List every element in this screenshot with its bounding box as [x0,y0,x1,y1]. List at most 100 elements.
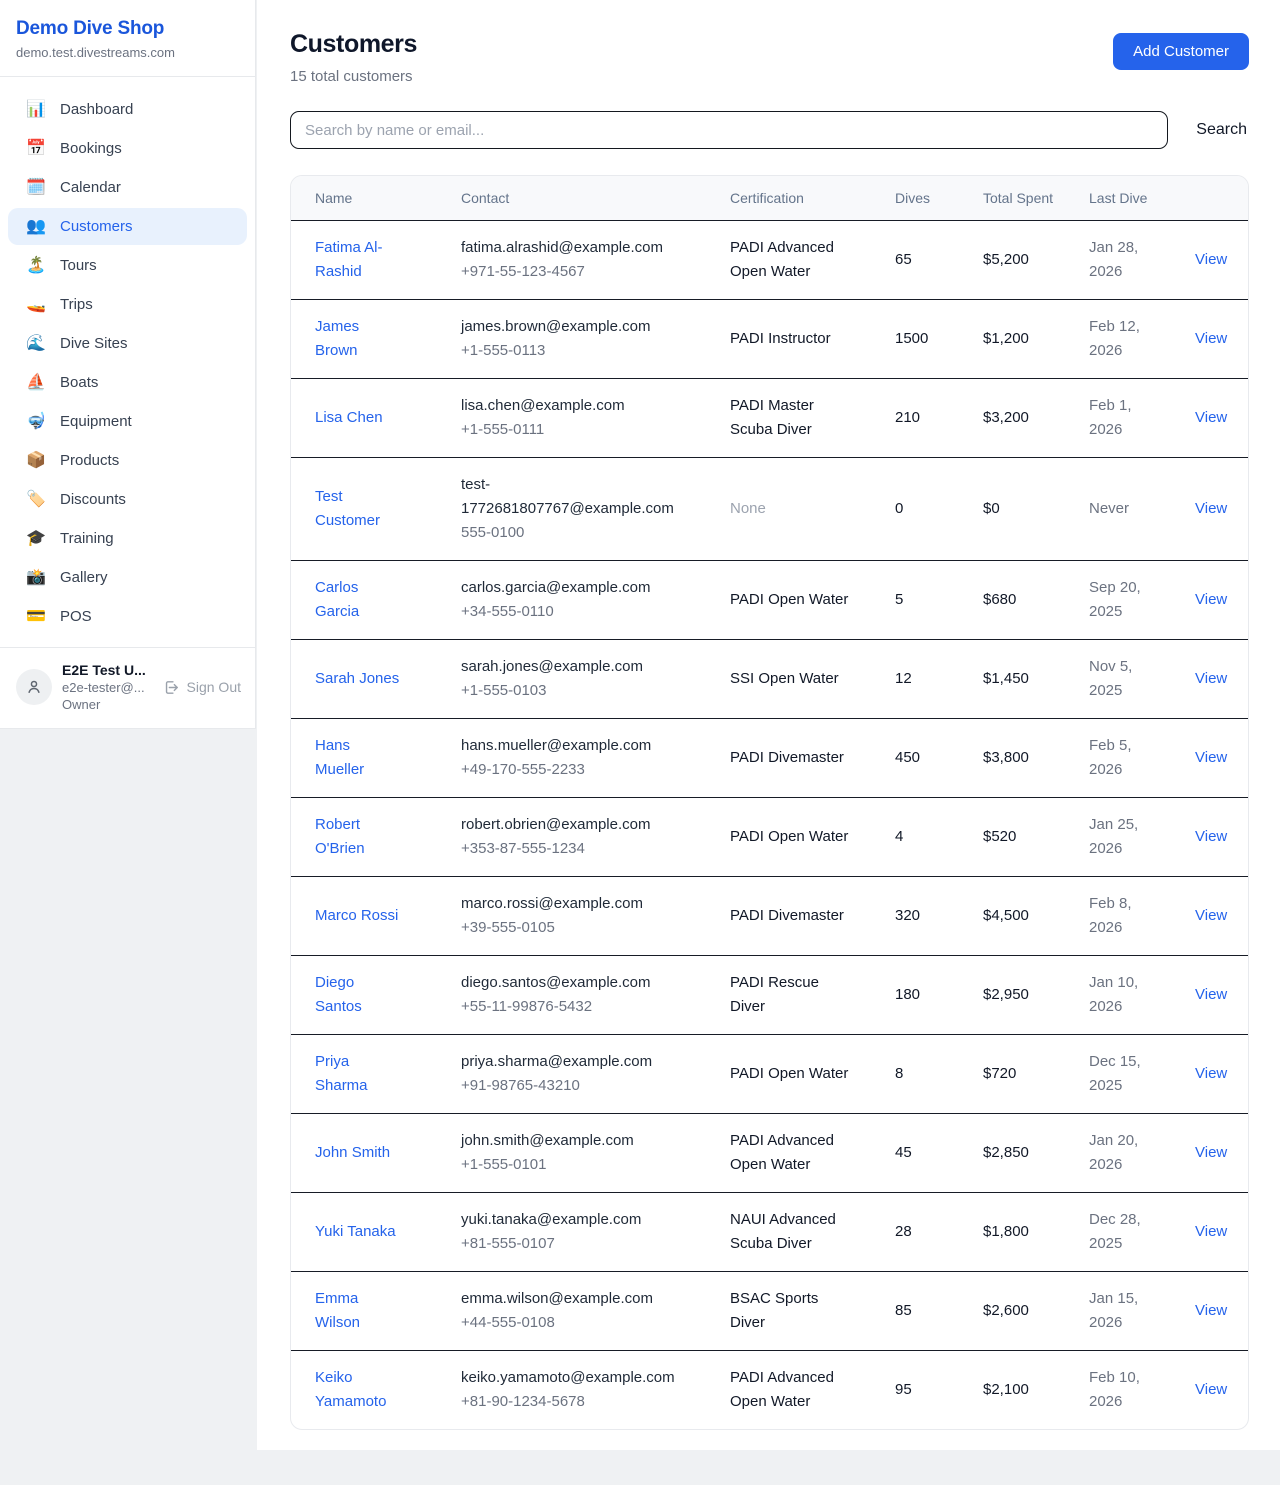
sidebar-item-dive-sites[interactable]: 🌊 Dive Sites [8,325,247,362]
customer-row: Priya Sharma priya.sharma@example.com +9… [291,1035,1249,1114]
customer-email: carlos.garcia@example.com [461,576,686,600]
view-customer-link[interactable]: View [1195,330,1227,347]
sidebar-item-products[interactable]: 📦 Products [8,442,247,479]
customer-name-link[interactable]: Robert O'Brien [315,816,365,857]
sidebar-item-label: Trips [60,296,93,313]
view-customer-link[interactable]: View [1195,1144,1227,1161]
view-customer-link[interactable]: View [1195,1302,1227,1319]
sidebar-item-training[interactable]: 🎓 Training [8,520,247,557]
customer-total-spent: $1,800 [971,1193,1077,1272]
sidebar-item-tours[interactable]: 🏝️ Tours [8,247,247,284]
customer-email: hans.mueller@example.com [461,734,686,758]
customer-name-link[interactable]: Lisa Chen [315,409,383,426]
customer-certification: BSAC Sports Diver [718,1272,883,1351]
customer-certification: NAUI Advanced Scuba Diver [718,1193,883,1272]
sidebar-user-section: E2E Test U... e2e-tester@... Owner Sign … [0,647,255,728]
customer-name-link[interactable]: James Brown [315,318,359,359]
view-customer-link[interactable]: View [1195,670,1227,687]
search-bar: Search [290,111,1249,149]
sidebar-item-bookings[interactable]: 📅 Bookings [8,130,247,167]
customer-last-dive: Jan 15, 2026 [1077,1272,1183,1351]
customer-row: Test Customer test-1772681807767@example… [291,458,1249,561]
customer-email: fatima.alrashid@example.com [461,236,686,260]
sidebar-item-equipment[interactable]: 🤿 Equipment [8,403,247,440]
column-header-dives: Dives [883,176,971,221]
customer-phone: +1-555-0111 [461,418,686,442]
customer-name-link[interactable]: Hans Mueller [315,737,364,778]
customer-last-dive: Never [1077,458,1183,561]
sign-out-button[interactable]: Sign Out [163,679,241,696]
sidebar-item-pos[interactable]: 💳 POS [8,598,247,635]
sidebar-item-customers[interactable]: 👥 Customers [8,208,247,245]
customer-phone: 555-0100 [461,521,686,545]
customers-table-card: Name Contact Certification Dives Total S… [290,175,1249,1430]
view-customer-link[interactable]: View [1195,1381,1227,1398]
sidebar-item-calendar[interactable]: 🗓️ Calendar [8,169,247,206]
discounts-icon: 🏷️ [26,492,46,508]
sidebar-item-label: POS [60,608,92,625]
view-customer-link[interactable]: View [1195,500,1227,517]
search-input[interactable] [290,111,1168,149]
view-customer-link[interactable]: View [1195,409,1227,426]
customer-certification: PADI Master Scuba Diver [718,379,883,458]
customer-total-spent: $3,200 [971,379,1077,458]
bookings-icon: 📅 [26,141,46,157]
customer-name-link[interactable]: Diego Santos [315,974,362,1015]
view-customer-link[interactable]: View [1195,749,1227,766]
customer-name-link[interactable]: Priya Sharma [315,1053,368,1094]
customer-name-link[interactable]: Emma Wilson [315,1290,360,1331]
customer-last-dive: Feb 8, 2026 [1077,877,1183,956]
customer-dives: 85 [883,1272,971,1351]
view-customer-link[interactable]: View [1195,986,1227,1003]
sidebar-item-gallery[interactable]: 📸 Gallery [8,559,247,596]
user-name: E2E Test U... [62,662,153,678]
view-customer-link[interactable]: View [1195,1223,1227,1240]
customer-row: Robert O'Brien robert.obrien@example.com… [291,798,1249,877]
customer-total-spent: $0 [971,458,1077,561]
sidebar-item-boats[interactable]: ⛵ Boats [8,364,247,401]
sidebar-item-discounts[interactable]: 🏷️ Discounts [8,481,247,518]
customer-row: Marco Rossi marco.rossi@example.com +39-… [291,877,1249,956]
equipment-icon: 🤿 [26,414,46,430]
view-customer-link[interactable]: View [1195,828,1227,845]
view-customer-link[interactable]: View [1195,907,1227,924]
sidebar-item-label: Tours [60,257,97,274]
customer-name-link[interactable]: Keiko Yamamoto [315,1369,386,1410]
customer-dives: 210 [883,379,971,458]
sidebar-item-label: Discounts [60,491,126,508]
sidebar-item-trips[interactable]: 🚤 Trips [8,286,247,323]
customer-name-link[interactable]: Test Customer [315,488,380,529]
view-customer-link[interactable]: View [1195,251,1227,268]
customer-total-spent: $4,500 [971,877,1077,956]
customer-certification: PADI Divemaster [718,719,883,798]
customer-phone: +1-555-0103 [461,679,686,703]
table-header-row: Name Contact Certification Dives Total S… [291,176,1249,221]
add-customer-button[interactable]: Add Customer [1113,33,1249,70]
customer-last-dive: Jan 20, 2026 [1077,1114,1183,1193]
view-customer-link[interactable]: View [1195,1065,1227,1082]
sidebar-item-dashboard[interactable]: 📊 Dashboard [8,91,247,128]
customer-certification: PADI Open Water [718,561,883,640]
customer-name-link[interactable]: Yuki Tanaka [315,1223,396,1240]
customer-name-link[interactable]: Marco Rossi [315,907,398,924]
customer-email: sarah.jones@example.com [461,655,686,679]
customer-last-dive: Nov 5, 2025 [1077,640,1183,719]
search-button[interactable]: Search [1194,117,1249,143]
customer-name-link[interactable]: Sarah Jones [315,670,399,687]
gallery-icon: 📸 [26,570,46,586]
view-customer-link[interactable]: View [1195,591,1227,608]
customer-count: 15 total customers [290,68,417,85]
customer-name-link[interactable]: Fatima Al-Rashid [315,239,383,280]
sidebar-item-label: Bookings [60,140,122,157]
customer-name-link[interactable]: John Smith [315,1144,390,1161]
customer-phone: +49-170-555-2233 [461,758,686,782]
page-heading-group: Customers 15 total customers [290,30,417,85]
customers-icon: 👥 [26,219,46,235]
customer-row: Yuki Tanaka yuki.tanaka@example.com +81-… [291,1193,1249,1272]
customer-last-dive: Dec 15, 2025 [1077,1035,1183,1114]
customer-certification: PADI Advanced Open Water [718,1114,883,1193]
sidebar-item-label: Equipment [60,413,132,430]
customer-row: Diego Santos diego.santos@example.com +5… [291,956,1249,1035]
customer-row: Sarah Jones sarah.jones@example.com +1-5… [291,640,1249,719]
customer-name-link[interactable]: Carlos Garcia [315,579,359,620]
